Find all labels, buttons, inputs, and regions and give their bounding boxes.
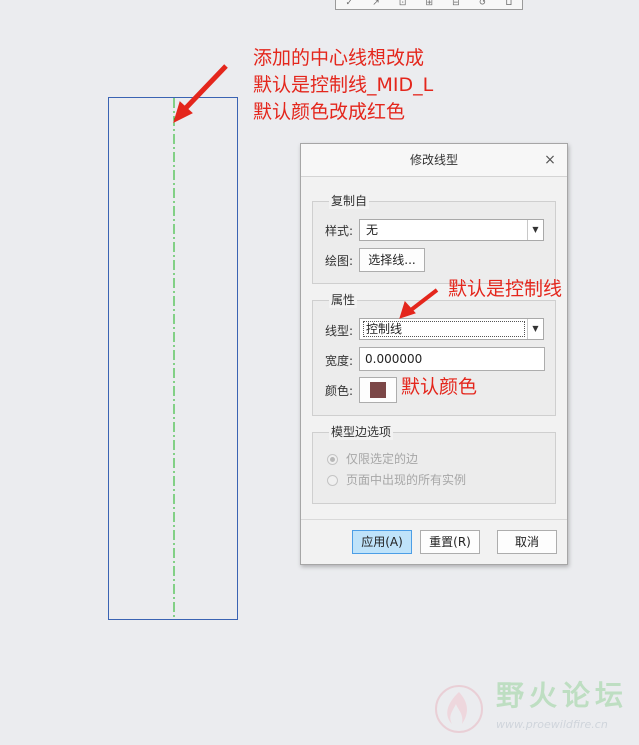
drawing-label: 绘图: [325,254,354,268]
linetype-value: 控制线 [366,322,403,336]
properties-title: 属性 [329,292,358,308]
forum-watermark: 野火论坛 www.proewildfire.cn [430,678,635,740]
apply-button[interactable]: 应用(A) [352,530,412,554]
toolbar-glyph-6[interactable]: ⊔ [505,0,512,8]
watermark-url: www.proewildfire.cn [496,718,608,731]
toolbar-glyph-4[interactable]: ⊟ [452,0,460,8]
radio-selected-edges[interactable] [327,454,338,465]
style-select[interactable]: 无 ▼ [359,219,544,241]
toolbar-glyph-3[interactable]: ⊞ [425,0,433,8]
close-icon[interactable]: × [543,152,557,168]
model-edge-title: 模型边选项 [329,424,394,440]
footer-divider [301,519,567,520]
toolbar-glyph-2[interactable]: ⊡ [399,0,407,8]
copy-from-title: 复制自 [329,193,370,209]
drawing-rectangle[interactable] [108,97,238,620]
width-field[interactable]: 0.000000 [359,347,545,371]
option-all-instances: 页面中出现的所有实例 [346,473,467,487]
select-line-button[interactable]: 选择线... [359,248,425,272]
annotation-color: 默认颜色 [401,376,478,398]
width-label: 宽度: [325,354,354,368]
linetype-label: 线型: [325,324,354,338]
chevron-down-icon[interactable]: ▼ [527,220,543,240]
top-toolbar-fragment: ✓ ↗ ⊡ ⊞ ⊟ ↺ ⊔ [335,0,523,10]
modify-linetype-dialog: 修改线型 × 复制自 样式: 无 ▼ 绘图: 选择线... 属性 线型: 控制线… [300,143,568,565]
watermark-name: 野火论坛 [496,679,629,712]
option-selected-edges: 仅限选定的边 [346,452,419,466]
annotation-top-line-3: 默认颜色改成红色 [253,101,406,123]
style-label: 样式: [325,224,354,238]
model-edge-group: 模型边选项 仅限选定的边 页面中出现的所有实例 [312,424,556,504]
reset-button[interactable]: 重置(R) [420,530,480,554]
toolbar-glyph-1[interactable]: ↗ [372,0,380,8]
style-value: 无 [366,223,379,237]
toolbar-glyph-5[interactable]: ↺ [479,0,487,8]
color-picker-button[interactable] [359,377,397,403]
annotation-top: 添加的中心线想改成 默认是控制线_MID_L 默认颜色改成红色 [253,45,433,126]
chevron-down-icon[interactable]: ▼ [527,319,543,339]
dialog-title: 修改线型 [301,144,567,177]
linetype-select[interactable]: 控制线 ▼ [359,318,544,340]
center-line[interactable] [172,98,176,619]
copy-from-group: 复制自 样式: 无 ▼ 绘图: 选择线... [312,193,556,284]
toolbar-glyph-0[interactable]: ✓ [346,0,354,8]
flame-logo-icon [435,685,483,733]
color-label: 颜色: [325,384,354,398]
radio-all-instances[interactable] [327,475,338,486]
annotation-top-line-1: 添加的中心线想改成 [253,47,425,69]
cancel-button[interactable]: 取消 [497,530,557,554]
color-swatch [370,382,386,398]
annotation-top-line-2: 默认是控制线_MID_L [253,74,434,96]
annotation-linetype: 默认是控制线 [448,278,563,300]
